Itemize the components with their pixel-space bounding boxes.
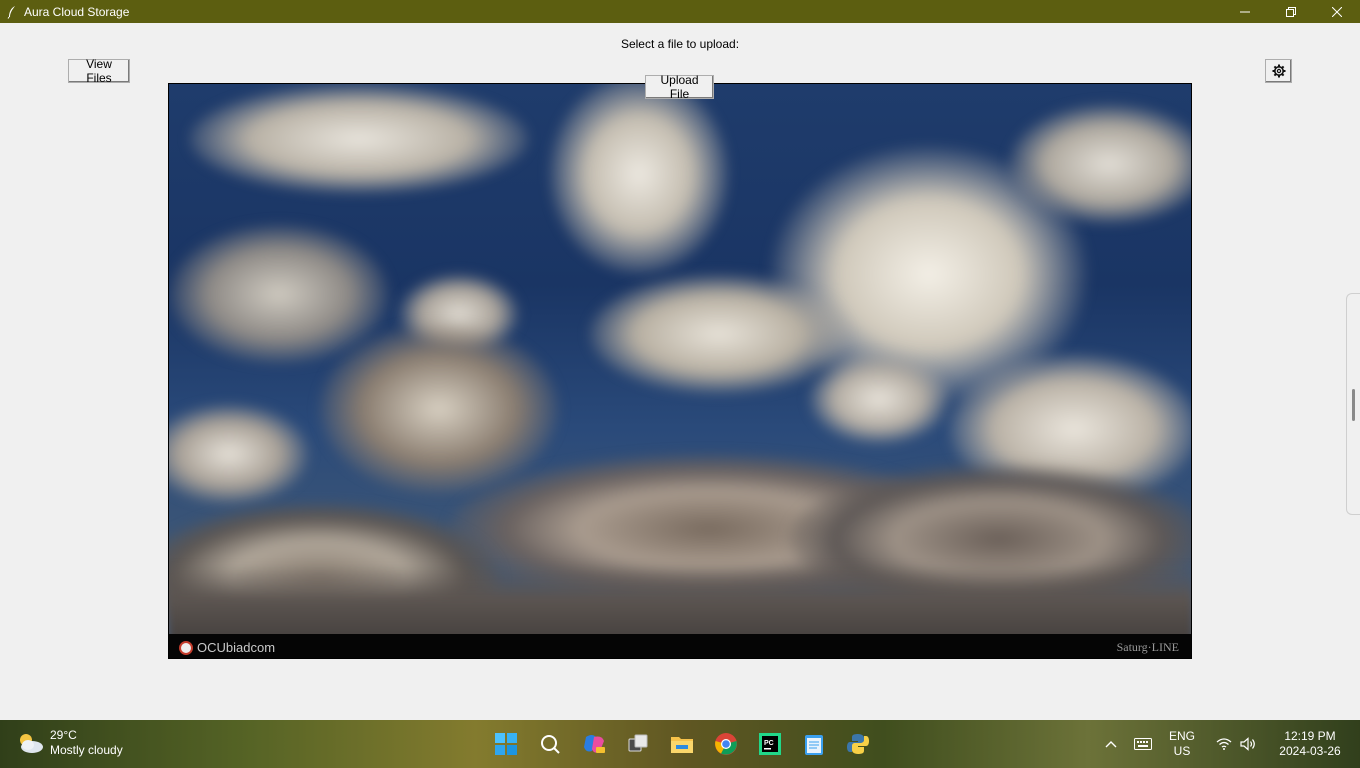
show-hidden-icons-button[interactable] xyxy=(1096,720,1126,768)
window-title: Aura Cloud Storage xyxy=(24,4,130,19)
scrollbar-thumb[interactable] xyxy=(1352,389,1355,421)
partly-cloudy-icon xyxy=(16,732,44,754)
watermark-left-text: OCUbiadcom xyxy=(197,640,276,655)
language-region: US xyxy=(1173,744,1191,758)
notepad-icon xyxy=(805,735,823,755)
clock-date: 2024-03-26 xyxy=(1279,744,1341,758)
cloud xyxy=(589,274,849,394)
uploaded-image-preview: OCUbiadcom Saturg·LINE xyxy=(168,83,1192,659)
start-icon xyxy=(495,733,517,755)
cloud xyxy=(809,354,949,444)
gear-icon xyxy=(1272,64,1285,78)
side-scrollbar[interactable] xyxy=(1346,293,1360,515)
svg-text:PC: PC xyxy=(764,740,774,747)
taskbar-apps: PC xyxy=(488,726,876,762)
system-tray: ENG US 12:19 PM 2024-03-26 xyxy=(1096,720,1360,768)
chevron-up-icon xyxy=(1105,741,1117,748)
task-view-icon xyxy=(628,734,648,752)
minimize-button[interactable] xyxy=(1222,0,1268,23)
language-indicator[interactable]: ENG US xyxy=(1160,720,1204,768)
quick-settings-button[interactable] xyxy=(1204,720,1268,768)
show-desktop-button[interactable] xyxy=(1352,720,1360,768)
clock[interactable]: 12:19 PM 2024-03-26 xyxy=(1268,720,1352,768)
search-button[interactable] xyxy=(532,726,568,762)
app-client-area: Select a file to upload: View Files Uplo… xyxy=(0,23,1360,720)
cloud xyxy=(319,324,559,494)
minimize-icon xyxy=(1240,11,1250,12)
taskbar: 29°C Mostly cloudy PC ENG US 12:19 PM 20… xyxy=(0,720,1360,768)
copilot-button[interactable] xyxy=(576,726,612,762)
weather-widget[interactable]: 29°C Mostly cloudy xyxy=(16,728,123,758)
image-caption-strip xyxy=(169,634,1191,658)
cloud xyxy=(549,84,729,274)
pycharm-button[interactable]: PC xyxy=(752,726,788,762)
folder-icon xyxy=(671,737,693,753)
python-icon xyxy=(847,734,869,754)
title-bar: Aura Cloud Storage xyxy=(0,0,1360,23)
file-explorer-button[interactable] xyxy=(664,726,700,762)
close-icon xyxy=(1332,6,1342,17)
weather-temperature: 29°C xyxy=(50,728,77,742)
copilot-icon xyxy=(584,735,605,753)
watermark-left: OCUbiadcom xyxy=(179,640,275,655)
wifi-icon xyxy=(1216,738,1232,750)
touch-keyboard-button[interactable] xyxy=(1126,720,1160,768)
watermark-right-text: Saturg·LINE xyxy=(1116,640,1179,654)
chrome-button[interactable] xyxy=(708,726,744,762)
python-button[interactable] xyxy=(840,726,876,762)
pycharm-icon: PC xyxy=(759,733,781,755)
restore-button[interactable] xyxy=(1268,0,1314,23)
feather-icon xyxy=(0,0,24,23)
restore-icon xyxy=(1286,6,1296,17)
upload-prompt: Select a file to upload: xyxy=(620,37,740,51)
clock-time: 12:19 PM xyxy=(1284,729,1336,743)
chrome-icon xyxy=(715,733,737,755)
notepad-button[interactable] xyxy=(796,726,832,762)
close-button[interactable] xyxy=(1314,0,1360,23)
window-controls xyxy=(1222,0,1360,23)
cloud xyxy=(169,224,389,364)
task-view-button[interactable] xyxy=(620,726,656,762)
view-files-button[interactable]: View Files xyxy=(68,57,130,85)
language-code: ENG xyxy=(1168,729,1195,743)
start-button[interactable] xyxy=(488,726,524,762)
volume-icon xyxy=(1240,737,1255,751)
cloud xyxy=(189,84,529,194)
watermark-logo-icon xyxy=(179,640,193,655)
weather-condition: Mostly cloudy xyxy=(50,743,123,757)
search-icon xyxy=(541,735,560,754)
keyboard-icon xyxy=(1134,738,1152,750)
upload-file-button[interactable]: Upload File xyxy=(645,73,714,101)
settings-button[interactable] xyxy=(1265,59,1292,83)
